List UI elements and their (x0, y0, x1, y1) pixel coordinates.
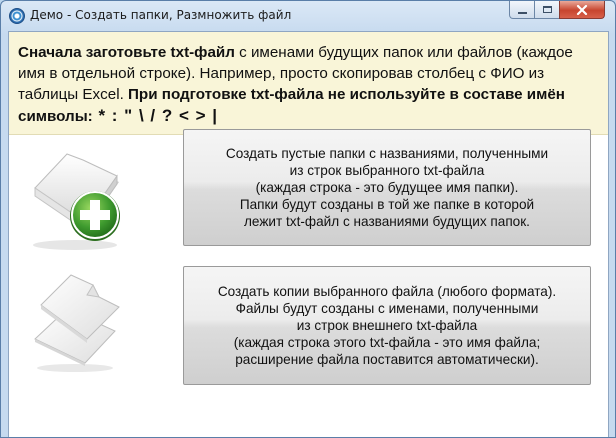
title-bar[interactable]: Демо - Создать папки, Размножить файл (1, 1, 615, 31)
folder-add-icon (23, 142, 127, 252)
instructions-text: Сначала заготовьте txt-файл с именами бу… (18, 42, 602, 127)
copy-file-label: Создать копии выбранного файла (любого ф… (217, 284, 557, 367)
file-copies-icon (27, 261, 123, 373)
minimize-icon (517, 11, 527, 14)
create-folders-button[interactable]: Создать пустые папки с названиями, получ… (183, 129, 591, 246)
maximize-icon (542, 6, 552, 13)
close-icon (576, 4, 588, 15)
create-folders-label: Создать пустые папки с названиями, получ… (225, 146, 549, 229)
minimize-button[interactable] (509, 1, 535, 19)
copy-file-button[interactable]: Создать копии выбранного файла (любого ф… (183, 266, 591, 385)
app-icon[interactable] (9, 8, 25, 24)
forbidden-characters: * : " \ / ? < > | (92, 106, 219, 125)
app-window: Демо - Создать папки, Размножить файл Сн… (0, 0, 616, 438)
maximize-button[interactable] (534, 1, 560, 19)
close-button[interactable] (559, 1, 605, 19)
instructions-lead: Сначала заготовьте txt-файл (18, 44, 235, 61)
instructions-panel: Сначала заготовьте txt-файл с именами бу… (9, 32, 608, 135)
window-title: Демо - Создать папки, Размножить файл (30, 8, 292, 22)
